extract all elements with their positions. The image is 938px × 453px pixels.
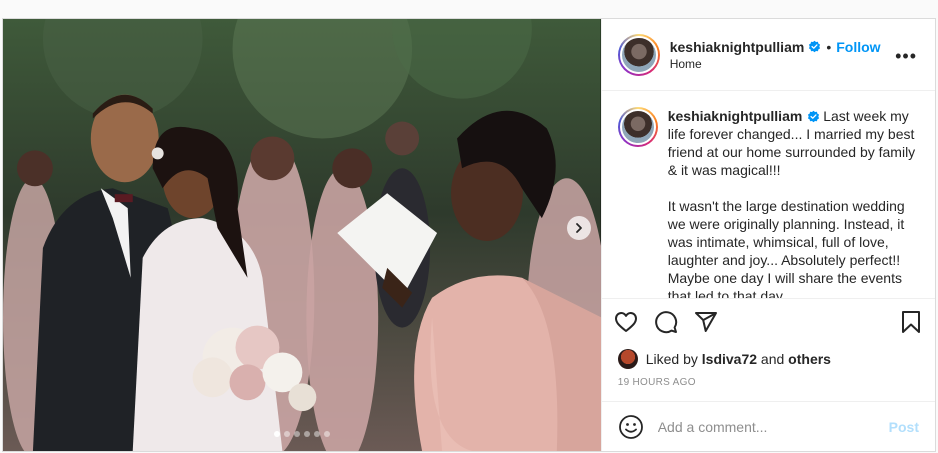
post-media[interactable] xyxy=(3,19,601,451)
post-sidebar: keshiaknightpulliam • Follow Home ••• ke… xyxy=(600,19,935,451)
carousel-dot xyxy=(303,431,310,437)
caption-text: keshiaknightpulliam Last week my life fo… xyxy=(667,107,919,299)
comment-form: Post xyxy=(601,401,935,451)
post-timestamp[interactable]: 19 HOURS AGO xyxy=(602,373,935,401)
likes-joiner: and xyxy=(760,351,785,367)
post-comment-button[interactable]: Post xyxy=(889,419,919,435)
save-button[interactable] xyxy=(883,302,923,342)
carousel-dot xyxy=(273,431,280,437)
share-icon xyxy=(694,312,717,332)
comment-button[interactable] xyxy=(654,302,694,342)
liker-username[interactable]: lsdiva72 xyxy=(702,351,757,367)
carousel-dot xyxy=(293,431,300,437)
comment-icon xyxy=(654,311,677,334)
likes-others-link[interactable]: others xyxy=(788,351,831,367)
heart-icon xyxy=(614,312,637,332)
likes-summary: Liked by lsdiva72 and others xyxy=(602,345,935,373)
post-header: keshiaknightpulliam • Follow Home ••• xyxy=(601,19,935,91)
author-avatar[interactable] xyxy=(617,33,660,76)
author-username[interactable]: keshiaknightpulliam xyxy=(670,39,805,55)
caption: keshiaknightpulliam Last week my life fo… xyxy=(617,107,919,299)
carousel-dots xyxy=(3,431,601,437)
like-button[interactable] xyxy=(614,302,654,342)
more-options-icon[interactable]: ••• xyxy=(895,47,917,65)
liker-avatar[interactable] xyxy=(617,349,638,369)
follow-button[interactable]: Follow xyxy=(836,39,880,55)
carousel-dot xyxy=(313,431,320,437)
share-button[interactable] xyxy=(694,302,734,342)
wedding-photo xyxy=(3,19,601,451)
carousel-dot xyxy=(283,431,290,437)
verified-badge-icon xyxy=(809,40,821,53)
separator-bullet: • xyxy=(826,38,832,55)
bookmark-icon xyxy=(902,311,920,333)
caption-body: Last week my life forever changed... I m… xyxy=(667,108,916,299)
carousel-next-button[interactable] xyxy=(567,216,591,240)
carousel-dot xyxy=(323,431,330,437)
caption-avatar[interactable] xyxy=(617,107,658,147)
instagram-post: keshiaknightpulliam • Follow Home ••• ke… xyxy=(2,18,936,452)
caption-scroll-area[interactable]: keshiaknightpulliam Last week my life fo… xyxy=(601,91,935,299)
comment-input[interactable] xyxy=(657,418,889,435)
chevron-right-icon xyxy=(576,223,582,233)
verified-badge-icon xyxy=(808,110,820,123)
likes-prefix: Liked by xyxy=(645,351,698,367)
caption-username[interactable]: keshiaknightpulliam xyxy=(668,108,803,124)
post-location[interactable]: Home xyxy=(670,57,881,71)
action-bar xyxy=(602,299,935,345)
emoji-icon[interactable] xyxy=(618,414,644,440)
